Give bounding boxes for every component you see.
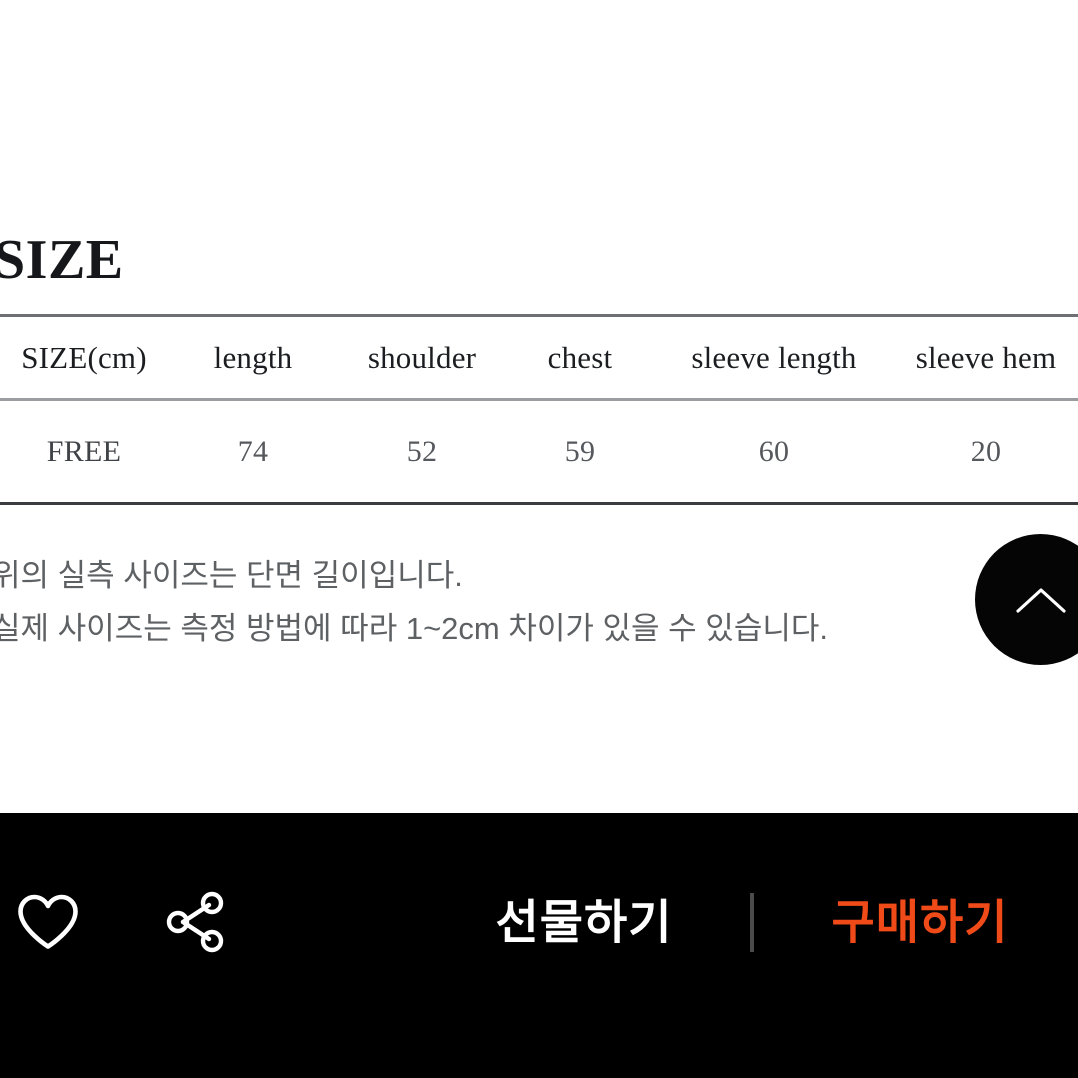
- chevron-up-icon: [1014, 584, 1068, 616]
- size-note-line-1: 위의 실측 사이즈는 단면 길이입니다.: [0, 558, 463, 593]
- gift-button[interactable]: 선물하기: [496, 899, 673, 946]
- table-rule-bottom: [0, 502, 1078, 505]
- share-button[interactable]: [165, 891, 227, 953]
- heart-icon: [16, 893, 80, 951]
- table-header-cell-size: SIZE(cm): [21, 339, 147, 375]
- table-cell-sleeve-length: 60: [758, 434, 790, 468]
- product-size-section: SIZE SIZE(cm) length shoulder chest slee…: [0, 0, 1078, 1078]
- table-cell-size: FREE: [46, 434, 122, 468]
- table-row: FREE 74 52 59 60 20: [0, 401, 1078, 502]
- wishlist-button[interactable]: [16, 893, 80, 951]
- table-header-row: SIZE(cm) length shoulder chest sleeve le…: [0, 317, 1078, 398]
- size-table: SIZE(cm) length shoulder chest sleeve le…: [0, 314, 1078, 505]
- table-cell-chest: 59: [564, 434, 596, 468]
- table-header-cell-length: length: [213, 339, 293, 375]
- size-note-line-2: 실제 사이즈는 측정 방법에 따라 1~2cm 차이가 있을 수 있습니다.: [0, 611, 828, 646]
- share-icon: [165, 891, 227, 953]
- purchase-button[interactable]: 구매하기: [832, 899, 1009, 946]
- page-title: SIZE: [0, 229, 124, 291]
- bottom-bar-divider: [750, 893, 754, 952]
- table-cell-length: 74: [237, 434, 269, 468]
- table-cell-sleeve-hem: 20: [970, 434, 1002, 468]
- size-notes: 위의 실측 사이즈는 단면 길이입니다. 실제 사이즈는 측정 방법에 따라 1…: [0, 549, 952, 655]
- table-header-cell-chest: chest: [547, 339, 613, 375]
- table-header-cell-sleeve-length: sleeve length: [691, 339, 857, 375]
- table-header-cell-sleeve-hem: sleeve hem: [915, 339, 1057, 375]
- table-cell-shoulder: 52: [406, 434, 438, 468]
- scroll-to-top-button[interactable]: [975, 534, 1078, 665]
- table-header-cell-shoulder: shoulder: [367, 339, 477, 375]
